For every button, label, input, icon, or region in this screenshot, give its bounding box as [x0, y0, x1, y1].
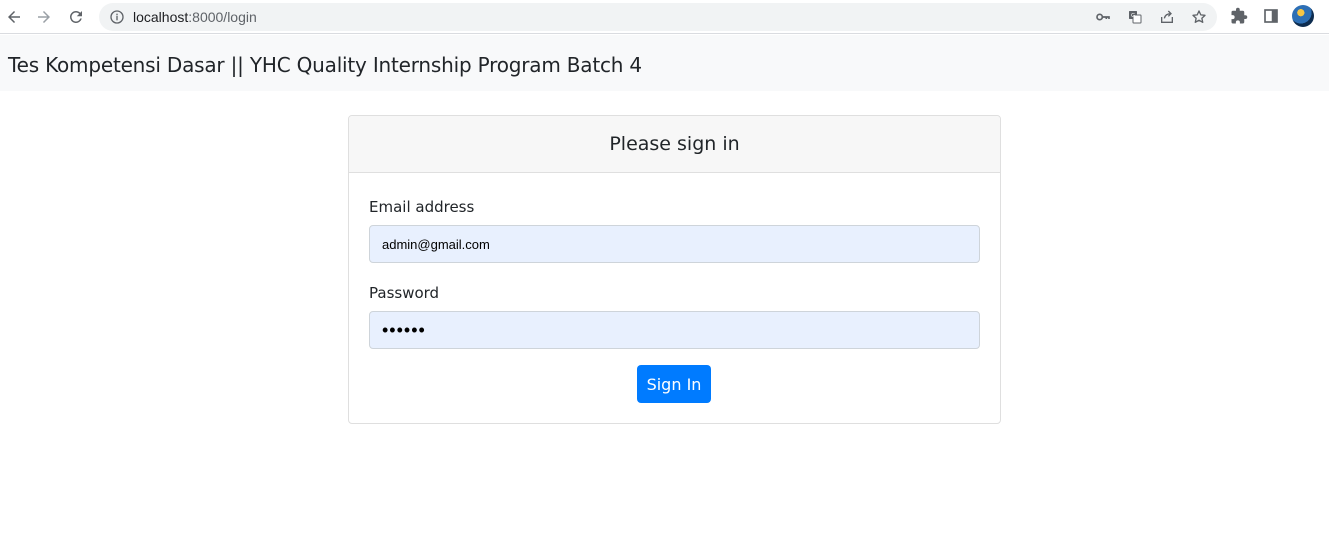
navbar-brand[interactable]: Tes Kompetensi Dasar || YHC Quality Inte…: [8, 53, 642, 77]
navbar: Tes Kompetensi Dasar || YHC Quality Inte…: [0, 35, 1329, 91]
forward-arrow-icon[interactable]: [31, 4, 57, 30]
share-icon[interactable]: [1159, 9, 1175, 25]
translate-icon[interactable]: G: [1127, 9, 1143, 25]
star-icon[interactable]: [1191, 9, 1207, 25]
login-title: Please sign in: [609, 133, 740, 155]
card-header: Please sign in: [349, 116, 1000, 173]
svg-text:G: G: [1131, 13, 1135, 19]
back-arrow-icon[interactable]: [1, 4, 27, 30]
url-text[interactable]: localhost:8000/login: [133, 9, 257, 25]
email-label: Email address: [369, 198, 475, 216]
key-icon[interactable]: [1095, 9, 1111, 25]
login-card: Please sign in Email address admin@gmail…: [348, 115, 1001, 424]
sign-in-button[interactable]: Sign In: [637, 365, 711, 403]
email-field[interactable]: admin@gmail.com: [369, 225, 980, 263]
password-field[interactable]: ••••••: [369, 311, 980, 349]
profile-avatar[interactable]: [1292, 5, 1314, 27]
browser-toolbar: localhost:8000/login G: [0, 0, 1329, 34]
side-panel-icon[interactable]: [1261, 6, 1281, 26]
puzzle-icon[interactable]: [1229, 6, 1249, 26]
address-bar[interactable]: localhost:8000/login G: [99, 3, 1217, 31]
reload-icon[interactable]: [63, 4, 89, 30]
info-icon[interactable]: [109, 9, 125, 25]
password-label: Password: [369, 284, 440, 302]
